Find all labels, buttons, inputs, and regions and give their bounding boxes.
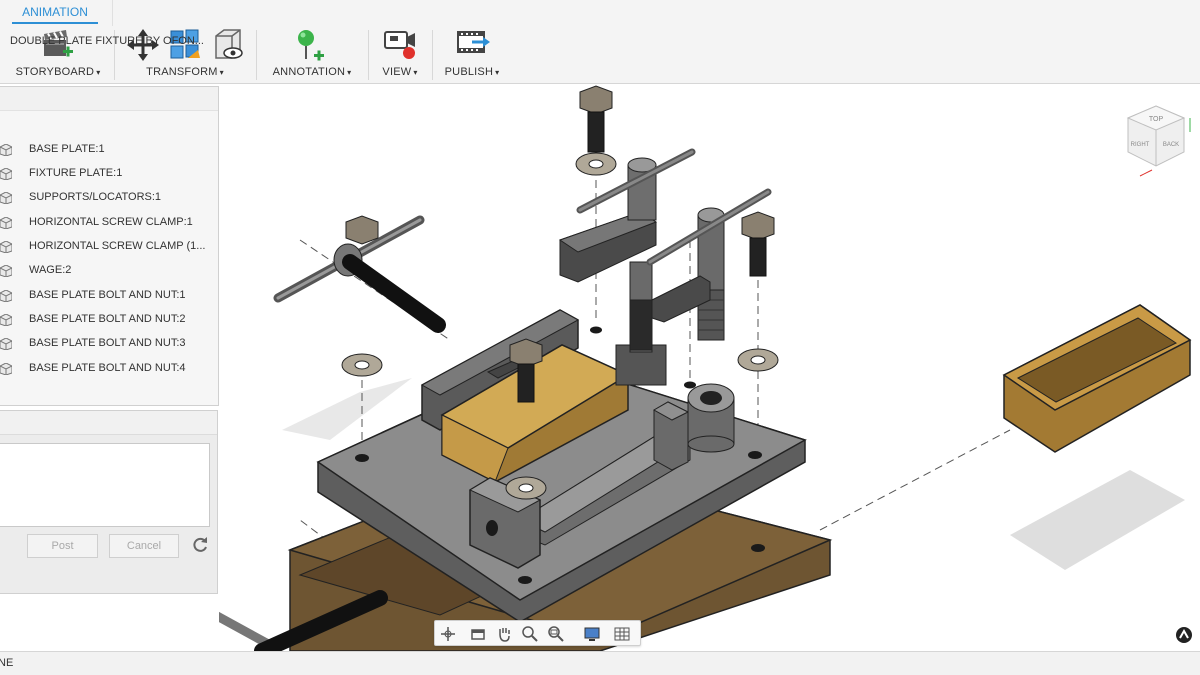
component-icon [0, 217, 12, 229]
look-at-icon[interactable] [469, 625, 487, 643]
browser-root-item[interactable]: DOUBLE PLATE FIXTURE BY OFON... [10, 35, 204, 47]
display-settings-icon[interactable] [583, 625, 601, 643]
view-group[interactable]: VIEW ▾ [372, 26, 428, 82]
record-camera-icon[interactable] [383, 28, 419, 62]
browser-item-label: BASE PLATE BOLT AND NUT:2 [29, 313, 186, 325]
browser-item[interactable]: WAGE:2 [0, 261, 219, 281]
publish-video-icon[interactable] [456, 28, 492, 62]
component-icon [0, 192, 12, 204]
exploded-fixture-model[interactable] [219, 85, 1200, 651]
component-icon [0, 314, 12, 326]
browser-item-label: SUPPORTS/LOCATORS:1 [29, 191, 162, 203]
component-icon [0, 290, 12, 302]
publish-group[interactable]: PUBLISH ▾ [438, 26, 506, 82]
browser-item[interactable]: FIXTURE PLATE:1 [0, 164, 219, 184]
publish-caret-icon[interactable]: ▾ [495, 68, 499, 77]
navigation-toolbar [434, 620, 641, 646]
pan-icon[interactable] [495, 625, 513, 643]
annotation-group[interactable]: ANNOTATION ▾ [262, 26, 362, 82]
storyboard-caret-icon[interactable]: ▾ [96, 68, 100, 77]
publish-label: PUBLISH [444, 66, 494, 78]
zoom-window-icon[interactable] [547, 625, 565, 643]
browser-item[interactable]: HORIZONTAL SCREW CLAMP:1 [0, 213, 219, 233]
browser-item[interactable]: BASE PLATE:1 [0, 140, 219, 160]
storyboard-label: STORYBOARD [15, 66, 95, 78]
browser-header [0, 87, 218, 111]
browser-item[interactable]: HORIZONTAL SCREW CLAMP (1... [0, 237, 219, 257]
callout-pin-icon[interactable] [292, 28, 328, 64]
browser-item-label: FIXTURE PLATE:1 [29, 167, 123, 179]
grid-settings-icon[interactable] [613, 625, 631, 643]
wood-box-part [1002, 304, 1192, 453]
browser-item-label: WAGE:2 [29, 264, 72, 276]
canvas-viewport[interactable] [219, 85, 1200, 651]
comments-panel: Post Cancel [0, 410, 218, 594]
bolt-top [575, 85, 617, 176]
browser-item-label: HORIZONTAL SCREW CLAMP (1... [29, 240, 206, 252]
browser-item-label: BASE PLATE:1 [29, 143, 105, 155]
browser-item-label: BASE PLATE BOLT AND NUT:1 [29, 289, 186, 301]
cancel-button[interactable]: Cancel [109, 534, 179, 558]
round-support [687, 383, 735, 453]
transform-caret-icon[interactable]: ▾ [220, 68, 224, 77]
component-icon [0, 241, 12, 253]
browser-item[interactable]: BASE PLATE BOLT AND NUT:4 [0, 359, 219, 379]
view-cube[interactable]: TOP RIGHT BACK [1118, 100, 1198, 184]
component-icon [0, 144, 12, 156]
comment-input[interactable] [0, 443, 210, 527]
status-bar: NE [0, 651, 1200, 675]
tab-animation[interactable]: ANIMATION [12, 2, 98, 24]
component-icon [0, 338, 12, 350]
ribbon-separator [368, 30, 369, 80]
view-component-icon[interactable] [210, 28, 244, 62]
orbit-icon[interactable] [439, 625, 457, 643]
browser-item[interactable]: BASE PLATE BOLT AND NUT:1 [0, 286, 219, 306]
browser-item[interactable]: SUPPORTS/LOCATORS:1 [0, 188, 219, 208]
transform-label: TRANSFORM [146, 66, 218, 78]
browser-item[interactable]: BASE PLATE BOLT AND NUT:2 [0, 310, 219, 330]
annotation-caret-icon[interactable]: ▾ [347, 68, 351, 77]
zoom-icon[interactable] [521, 625, 539, 643]
component-icon [0, 363, 12, 375]
comments-header [0, 411, 217, 435]
component-icon [0, 265, 12, 277]
browser-item[interactable]: BASE PLATE BOLT AND NUT:3 [0, 334, 219, 354]
ribbon-divider [112, 0, 113, 26]
fusion-app: ANIMATION STORYBOARD ▾ TRANSFORM ▾ ANNOT… [0, 0, 1200, 675]
app-logo-icon [1176, 627, 1192, 643]
refresh-icon[interactable] [190, 535, 210, 555]
view-cube-right-label: RIGHT [1131, 142, 1150, 148]
browser-item-label: HORIZONTAL SCREW CLAMP:1 [29, 216, 193, 228]
ribbon-separator [432, 30, 433, 80]
annotation-label: ANNOTATION [272, 66, 346, 78]
post-button[interactable]: Post [27, 534, 98, 558]
side-locator [652, 401, 690, 471]
view-caret-icon[interactable]: ▾ [413, 68, 417, 77]
browser-item-label: BASE PLATE BOLT AND NUT:3 [29, 337, 186, 349]
view-cube-top-label: TOP [1149, 116, 1164, 123]
status-text: NE [0, 657, 14, 669]
component-icon [0, 168, 12, 180]
horizontal-screw-clamp [558, 148, 696, 386]
browser-item-label: BASE PLATE BOLT AND NUT:4 [29, 362, 186, 374]
ribbon-separator [256, 30, 257, 80]
view-cube-back-label: BACK [1163, 142, 1179, 148]
view-label: VIEW [382, 66, 412, 78]
